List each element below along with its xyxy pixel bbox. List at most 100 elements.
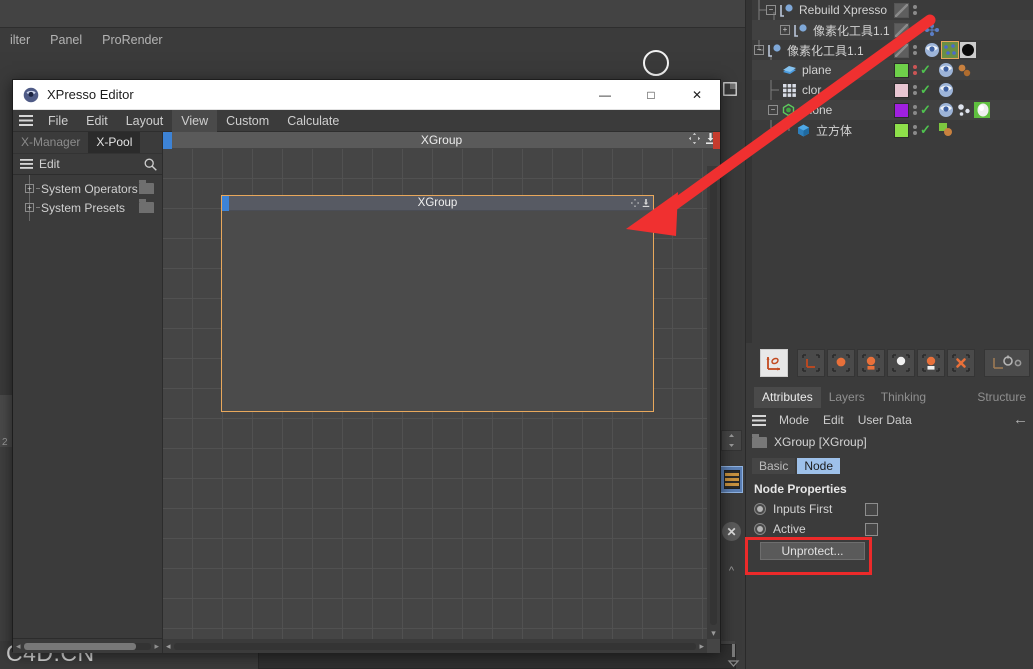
subtab-basic[interactable]: Basic (752, 458, 795, 474)
collapse-twist-icon[interactable]: − (768, 105, 778, 115)
xpresso-tag-icon[interactable] (938, 82, 954, 98)
scroll-right-arrow-icon[interactable]: ▸ (699, 641, 704, 652)
mograph-tag-icon[interactable] (956, 102, 972, 118)
object-center-button[interactable] (827, 349, 855, 377)
canvas-vertical-scrollbar[interactable]: ▴ ▾ (707, 166, 720, 639)
tab-x-pool[interactable]: X-Pool (88, 132, 140, 153)
close-circle-icon[interactable]: ✕ (722, 522, 741, 541)
collapse-chevron-icon[interactable]: ^ (722, 565, 741, 581)
layout-panel-icon[interactable] (723, 82, 737, 96)
maximize-button[interactable]: □ (628, 80, 674, 110)
xpresso-title-bar[interactable]: XPresso Editor — □ ✕ (13, 80, 720, 110)
xgroup-node-header[interactable]: XGroup (222, 196, 653, 211)
material-tag-icon[interactable] (956, 62, 972, 78)
search-icon[interactable] (138, 158, 162, 171)
active-checkbox[interactable] (865, 523, 878, 536)
node-input-port[interactable] (222, 196, 229, 211)
scrollbar-track[interactable] (174, 643, 697, 650)
object-row-pixelate-tool[interactable]: − 像素化工具1.1 (752, 40, 1033, 60)
xpresso-tag-icon[interactable] (938, 102, 954, 118)
world-axis-button[interactable] (797, 349, 825, 377)
collapse-twist-icon[interactable]: − (766, 5, 776, 15)
xpresso-menu-view[interactable]: View (172, 110, 217, 132)
scrollbar-track[interactable] (24, 643, 152, 650)
object-axis-white-button[interactable] (917, 349, 945, 377)
object-color-chip[interactable] (894, 103, 909, 118)
attributes-hamburger-icon[interactable] (746, 415, 772, 426)
menu-item-prorender[interactable]: ProRender (92, 28, 172, 52)
xpresso-editor-window[interactable]: XPresso Editor — □ ✕ File Edit Layout Vi… (12, 79, 721, 652)
xpool-horizontal-scrollbar[interactable]: ◂ ▸ (13, 639, 162, 653)
object-bottom-button[interactable] (857, 349, 885, 377)
visibility-dots[interactable] (912, 85, 917, 95)
visibility-chip[interactable] (894, 23, 909, 38)
object-color-chip[interactable] (894, 123, 909, 138)
enabled-check-icon[interactable]: ✓ (920, 124, 931, 136)
xgroup-node-body[interactable] (222, 211, 653, 411)
xpresso-menu-file[interactable]: File (39, 110, 77, 132)
tab-structure[interactable]: Structure (969, 387, 1033, 408)
expand-twist-icon[interactable]: + (780, 25, 790, 35)
unprotect-button[interactable]: Unprotect... (760, 542, 865, 560)
xpresso-menu-layout[interactable]: Layout (117, 110, 173, 132)
tab-layers[interactable]: Layers (821, 387, 873, 408)
material-sphere-tag-icon[interactable] (974, 102, 990, 118)
tab-attributes[interactable]: Attributes (754, 387, 821, 408)
attributes-menu-edit[interactable]: Edit (816, 413, 851, 427)
scroll-left-arrow-icon[interactable]: ◂ (166, 641, 171, 652)
object-color-chip[interactable] (894, 63, 909, 78)
xpresso-menu-edit[interactable]: Edit (77, 110, 117, 132)
pool-hamburger-icon[interactable] (13, 159, 39, 169)
visibility-dots[interactable] (912, 105, 917, 115)
expand-plus-icon[interactable]: + (25, 203, 34, 212)
scroll-left-arrow-icon[interactable]: ◂ (16, 641, 21, 652)
scrollbar-thumb[interactable] (24, 643, 137, 650)
property-bullet-icon[interactable] (754, 523, 766, 535)
menu-item-panel[interactable]: Panel (40, 28, 92, 52)
xpresso-tag-icon[interactable] (924, 42, 940, 58)
material-tag-icon[interactable] (938, 122, 954, 138)
object-axis-toggle-button[interactable] (760, 349, 788, 377)
scroll-up-arrow-icon[interactable]: ▴ (711, 166, 716, 178)
canvas-header-input-port[interactable] (163, 132, 172, 149)
scroll-down-arrow-icon[interactable]: ▾ (711, 627, 716, 639)
visibility-chip[interactable] (894, 3, 909, 18)
sphere-black-tag-icon[interactable] (960, 42, 976, 58)
xgroup-node[interactable]: XGroup (221, 195, 654, 412)
enabled-check-icon[interactable]: ✓ (920, 104, 931, 116)
axis-settings-button[interactable] (984, 349, 1030, 377)
object-row-plane[interactable]: plane ✓ (752, 60, 1033, 80)
minimize-button[interactable]: — (582, 80, 628, 110)
close-button[interactable]: ✕ (674, 80, 720, 110)
visibility-dots[interactable] (912, 65, 917, 75)
enabled-check-icon[interactable]: ✓ (920, 64, 931, 76)
visibility-chip[interactable] (894, 43, 909, 58)
scroll-right-arrow-icon[interactable]: ▸ (154, 641, 159, 652)
inputs-first-checkbox[interactable] (865, 503, 878, 516)
tab-x-manager[interactable]: X-Manager (13, 132, 88, 153)
object-row-clor[interactable]: clor ✓ (752, 80, 1033, 100)
canvas-horizontal-scrollbar[interactable]: ◂ ▸ (163, 639, 707, 653)
back-arrow-icon[interactable]: ← (1013, 413, 1028, 427)
enabled-check-icon[interactable]: ✓ (920, 84, 931, 96)
tab-thinking-particles[interactable]: Thinking Particles (873, 387, 970, 408)
xpresso-menu-calculate[interactable]: Calculate (278, 110, 348, 132)
rail-updown-button[interactable] (721, 430, 742, 451)
tree-item-system-operators[interactable]: + System Operators (13, 179, 162, 198)
tree-item-system-presets[interactable]: + System Presets (13, 198, 162, 217)
object-row-clone[interactable]: − Clone ✓ (752, 100, 1033, 120)
visibility-dots[interactable] (912, 25, 917, 35)
node-collapse-arrow-icon[interactable] (642, 196, 650, 210)
scrollbar-track[interactable] (710, 180, 717, 625)
xpresso-menu-custom[interactable]: Custom (217, 110, 278, 132)
move-handle-icon[interactable] (689, 133, 700, 147)
hamburger-icon[interactable] (13, 115, 39, 126)
visibility-dots[interactable] (912, 5, 917, 15)
subtab-node[interactable]: Node (797, 458, 840, 474)
visibility-dots[interactable] (912, 45, 917, 55)
canvas-header-output-port[interactable] (713, 132, 720, 149)
object-row-cube[interactable]: 立方体 ✓ (752, 120, 1033, 140)
menu-item-filter[interactable]: ilter (0, 28, 40, 52)
reset-axis-button[interactable] (947, 349, 975, 377)
attributes-menu-user-data[interactable]: User Data (851, 413, 919, 427)
